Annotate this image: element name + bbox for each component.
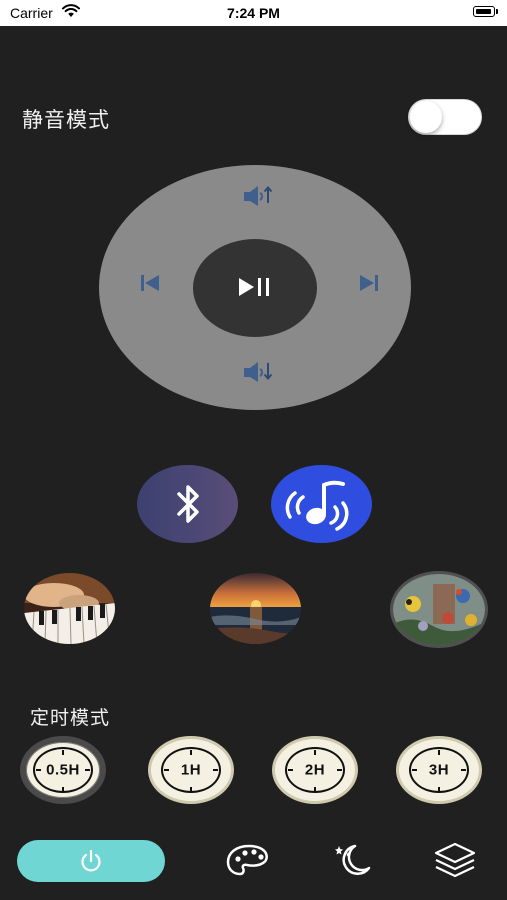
timer-mode-label: 定时模式 xyxy=(30,707,111,729)
bluetooth-button[interactable] xyxy=(137,465,238,543)
layers-icon xyxy=(434,842,476,878)
timer-option-label: 2H xyxy=(304,761,326,779)
skip-previous-icon xyxy=(141,275,159,291)
power-icon xyxy=(81,849,101,872)
tab-sleep[interactable] xyxy=(327,840,377,885)
clock: 7:24 PM xyxy=(227,5,280,21)
scene-sunset-thumbnail[interactable] xyxy=(210,573,301,644)
play-pause-icon xyxy=(239,278,269,296)
clock-face-icon: 3H xyxy=(409,747,469,793)
battery-icon xyxy=(473,6,498,17)
clock-face-icon: 1H xyxy=(161,747,221,793)
previous-button[interactable] xyxy=(137,272,163,299)
skip-next-icon xyxy=(360,275,378,291)
volume-down-icon xyxy=(244,362,273,382)
timer-option-button[interactable]: 3H xyxy=(396,736,482,804)
music-note-waves-icon xyxy=(285,480,349,531)
toggle-knob xyxy=(410,101,442,133)
bluetooth-icon xyxy=(177,485,199,523)
scene-birds-thumbnail[interactable] xyxy=(390,571,488,648)
power-button[interactable] xyxy=(17,840,165,882)
timer-option-button[interactable]: 1H xyxy=(148,736,234,804)
moon-stars-icon xyxy=(335,844,371,875)
volume-up-button[interactable] xyxy=(240,183,274,214)
clock-face-icon: 0.5H xyxy=(33,747,93,793)
status-bar: Carrier 7:24 PM xyxy=(0,0,507,26)
mute-mode-label: 静音模式 xyxy=(22,108,110,132)
music-sync-button[interactable] xyxy=(271,465,372,543)
timer-option-button[interactable]: 0.5H xyxy=(20,736,106,804)
volume-up-icon xyxy=(244,185,273,206)
remote-pad xyxy=(99,165,411,410)
clock-face-icon: 2H xyxy=(285,747,345,793)
timer-option-label: 1H xyxy=(180,761,202,779)
tab-library[interactable] xyxy=(430,840,480,885)
tab-theme[interactable] xyxy=(224,840,274,885)
timer-option-button[interactable]: 2H xyxy=(272,736,358,804)
mute-toggle[interactable] xyxy=(408,99,482,135)
timer-option-label: 0.5H xyxy=(46,761,80,779)
volume-down-button[interactable] xyxy=(240,359,274,390)
timer-option-label: 3H xyxy=(428,761,450,779)
play-pause-button[interactable] xyxy=(193,239,317,337)
scene-piano-thumbnail[interactable] xyxy=(24,573,115,644)
palette-icon xyxy=(226,844,268,876)
next-button[interactable] xyxy=(356,272,382,299)
